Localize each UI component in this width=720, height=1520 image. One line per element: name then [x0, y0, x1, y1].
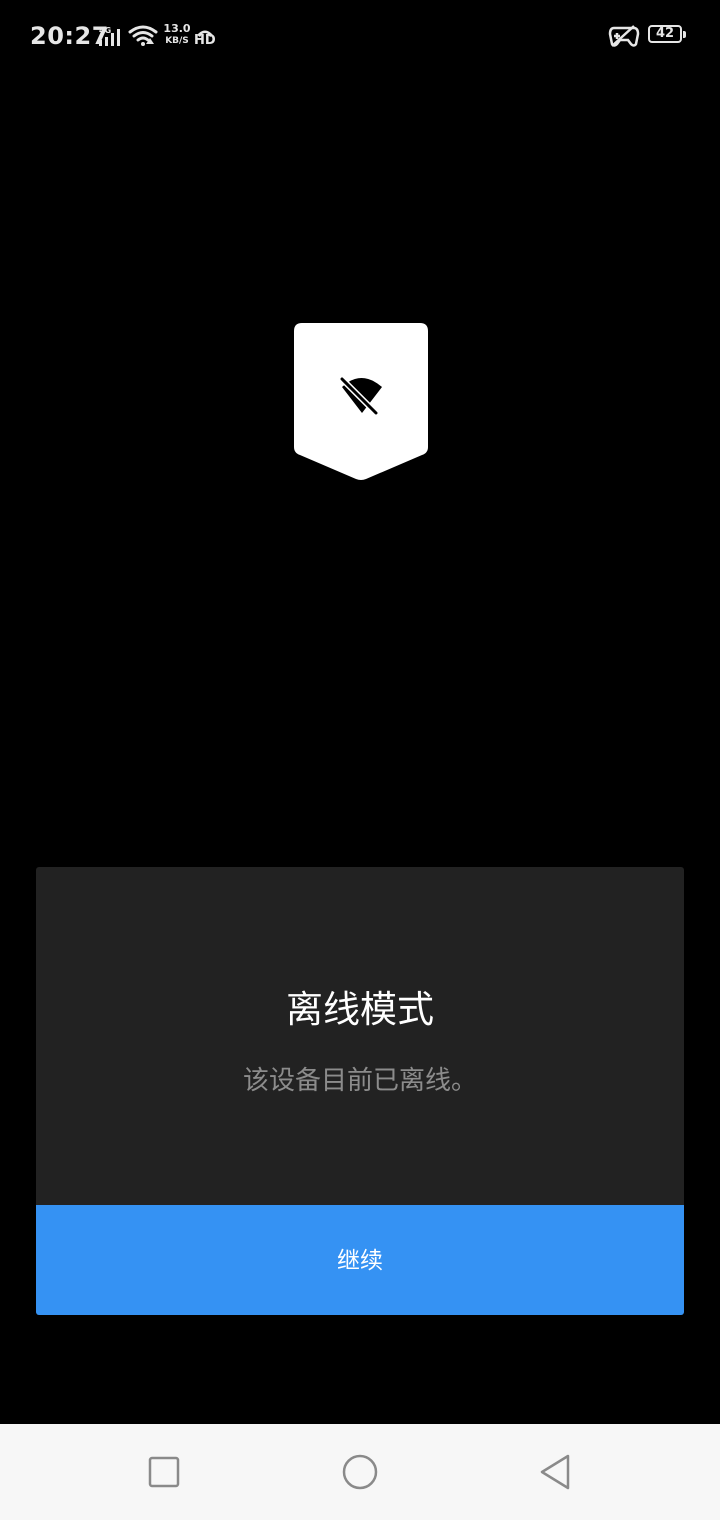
hd-label: HD: [194, 33, 216, 48]
home-icon[interactable]: [338, 1450, 382, 1494]
offline-badge: [294, 323, 428, 483]
recent-apps-icon[interactable]: [142, 1450, 186, 1494]
battery-icon: 42: [648, 25, 686, 43]
network-speed-value: 13.0: [163, 22, 191, 35]
back-icon[interactable]: [534, 1450, 578, 1494]
navigation-bar: [0, 1424, 720, 1520]
network-speed: 13.0 KB/S: [161, 23, 193, 47]
battery-level: 42: [655, 26, 675, 41]
dialog-message: 该设备目前已离线。: [242, 1066, 477, 1096]
wifi-icon: [128, 24, 158, 52]
offline-dialog: 离线模式 该设备目前已离线。 继续: [36, 867, 684, 1315]
hd-call-icon: HD: [194, 23, 216, 48]
signal-icon: [98, 26, 124, 52]
network-speed-unit: KB/S: [165, 36, 189, 46]
continue-button[interactable]: 继续: [36, 1205, 684, 1315]
status-bar: 20:27 4G 13.0 KB/S HD 42: [0, 0, 720, 76]
offline-screen: 20:27 4G 13.0 KB/S HD 42 离线模式 该设备目前已离线。 …: [0, 0, 720, 1520]
game-mode-icon: [608, 24, 640, 52]
dialog-title: 离线模式: [286, 988, 434, 1031]
